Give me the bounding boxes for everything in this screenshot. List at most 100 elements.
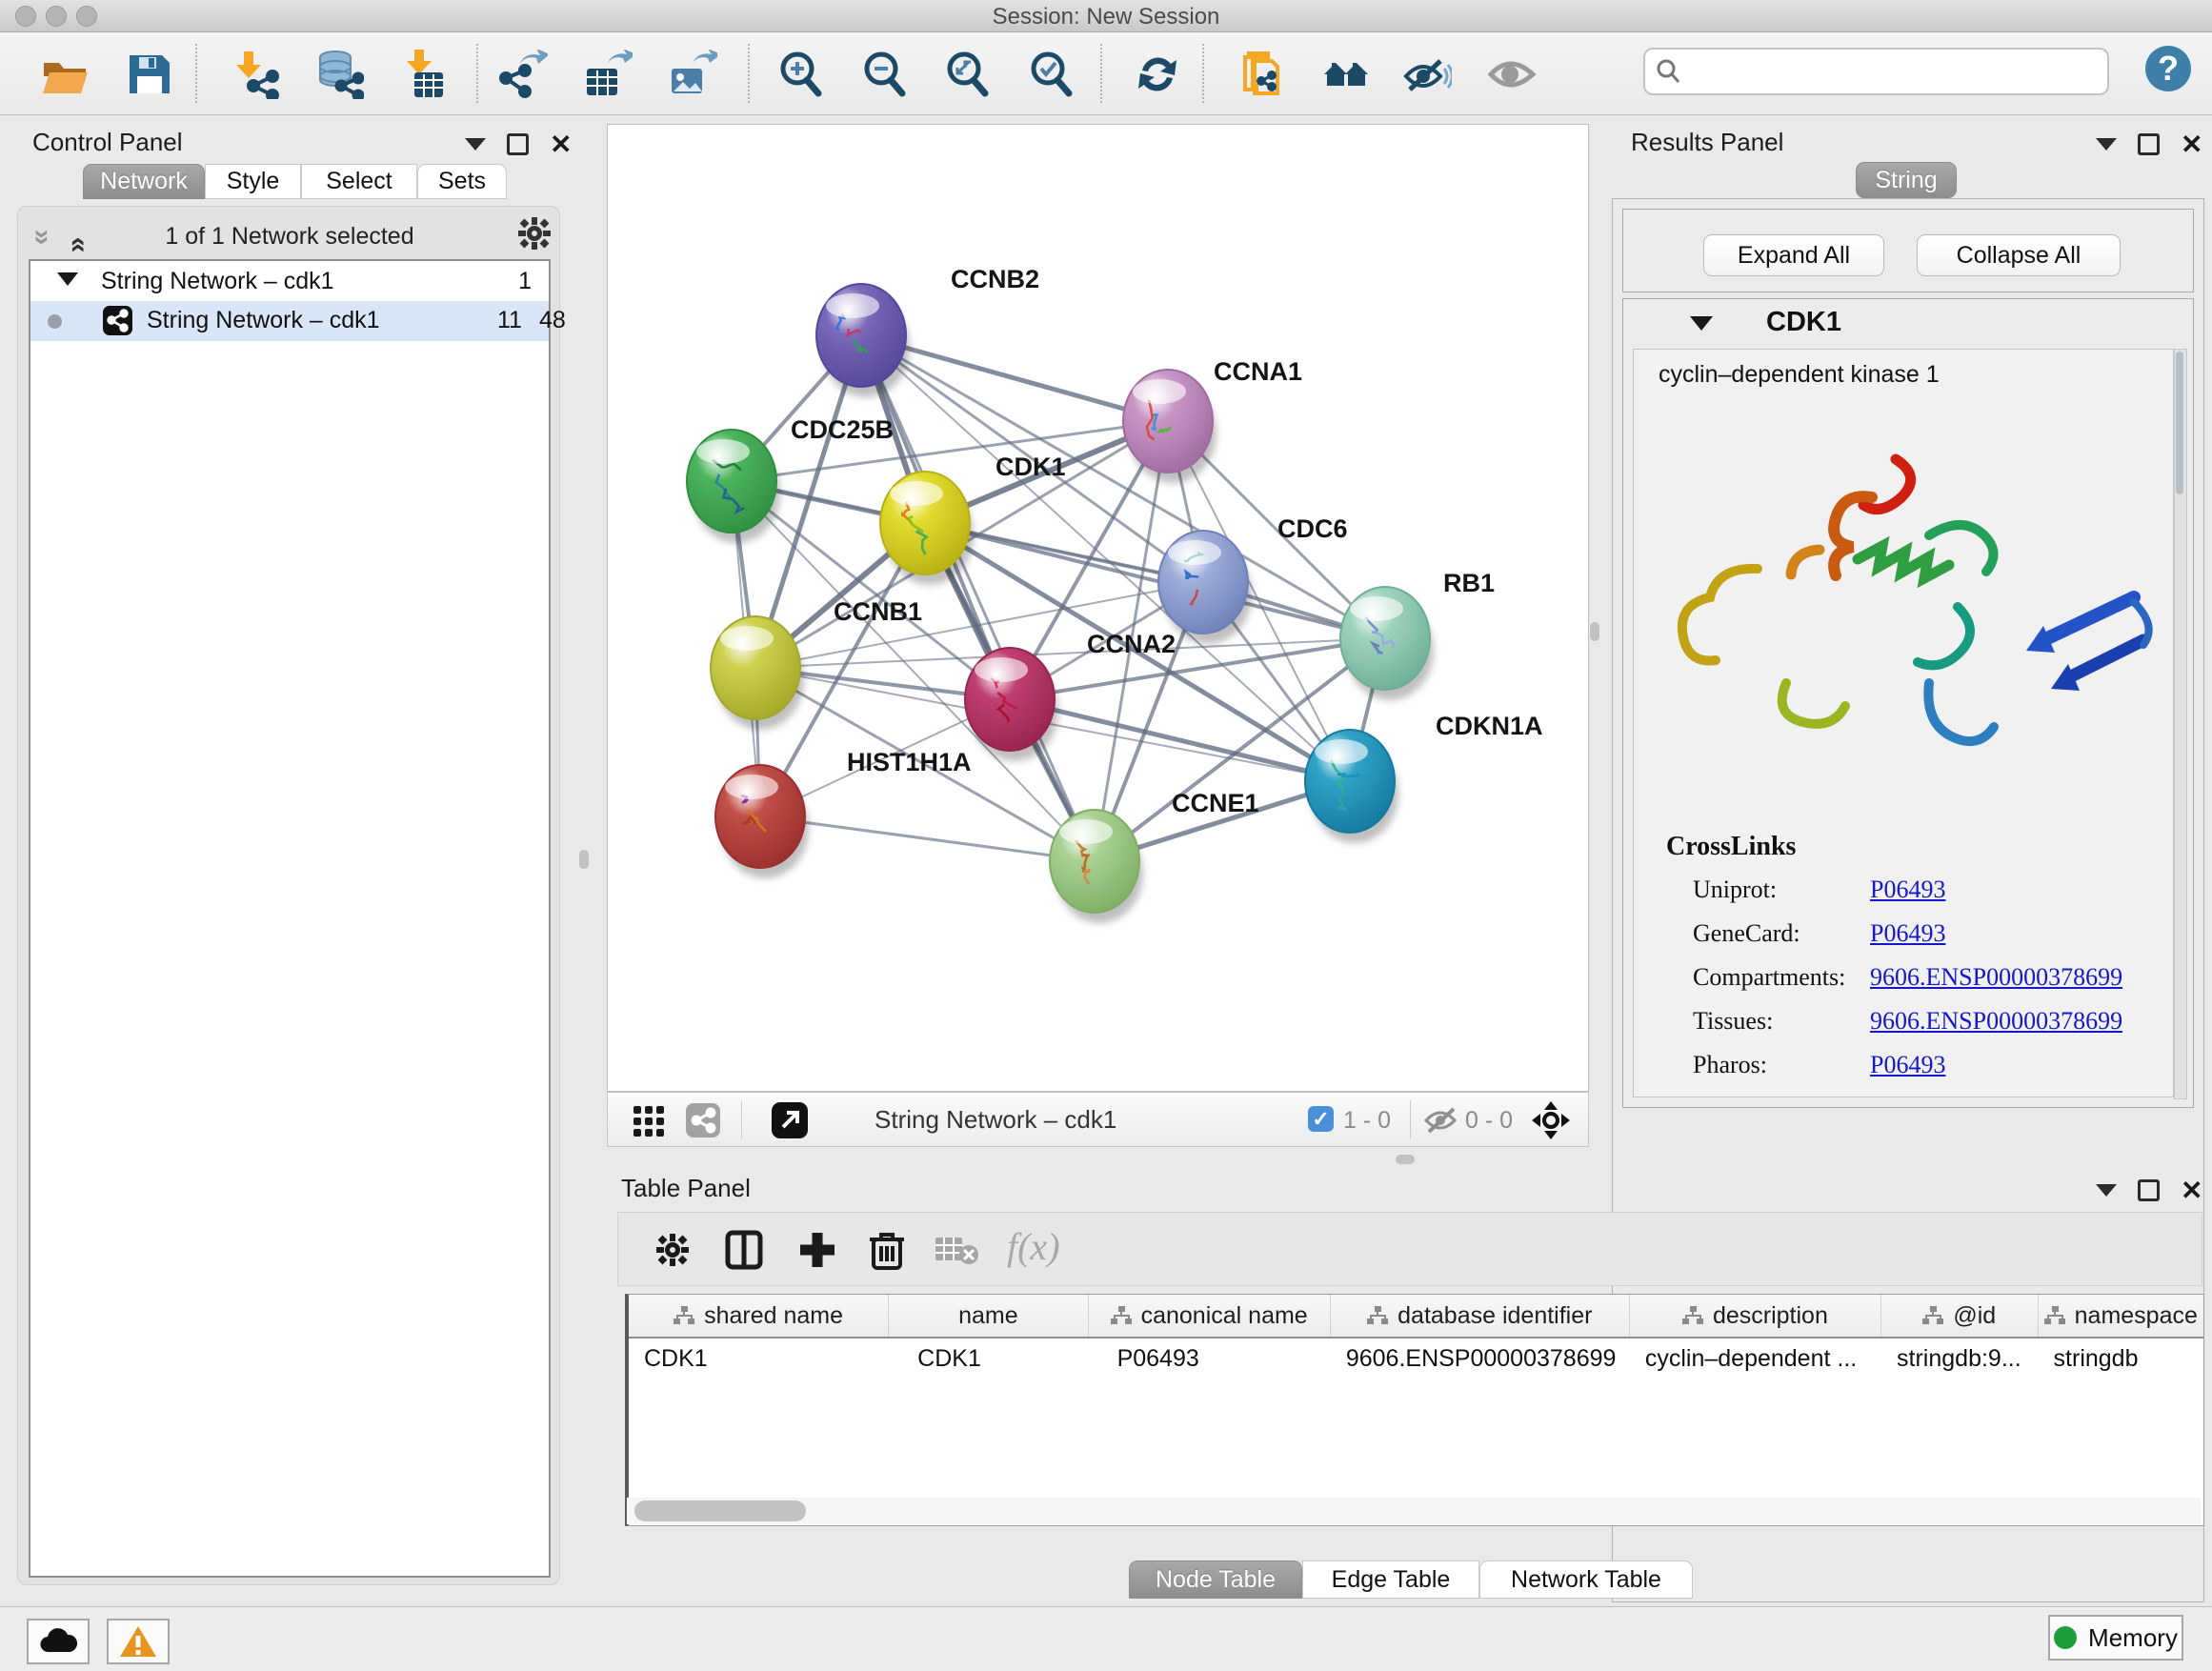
float-panel-icon[interactable] (507, 133, 529, 155)
column-type-icon (674, 1306, 694, 1325)
bottom-splitter-handle[interactable] (1396, 1155, 1415, 1164)
node-result-box: CDK1 cyclin–dependent kinase 1 (1622, 298, 2194, 1108)
collapse-all-button[interactable]: Collapse All (1917, 234, 2121, 276)
viewbar-separator (741, 1100, 742, 1138)
network-collection-row[interactable]: String Network – cdk1 1 (30, 265, 549, 301)
network-node-label: CCNA1 (1214, 357, 1302, 386)
network-node-CCNE1[interactable]: CCNE1 (1050, 789, 1259, 923)
close-panel-icon[interactable]: ✕ (2181, 1182, 2202, 1198)
tab-string[interactable]: String (1856, 162, 1957, 198)
hide-selected-eye-icon[interactable] (1402, 50, 1452, 99)
float-panel-icon[interactable] (2138, 133, 2160, 155)
column-header[interactable]: database identifier (1331, 1295, 1630, 1337)
tab-network[interactable]: Network (83, 164, 205, 199)
zoom-in-icon[interactable] (776, 50, 826, 99)
toolbar-separator (476, 44, 478, 103)
table-toolbar: f(x) (617, 1212, 2202, 1286)
export-image-icon[interactable] (668, 50, 717, 99)
network-share-view-icon[interactable] (686, 1103, 720, 1137)
memory-button[interactable]: Memory (2048, 1615, 2183, 1661)
close-panel-icon[interactable]: ✕ (2181, 136, 2202, 152)
crosslink-tissues-link[interactable]: 9606.ENSP00000378699 (1870, 1007, 2122, 1036)
column-header[interactable]: description (1630, 1295, 1881, 1337)
network-edge[interactable] (760, 816, 1095, 861)
column-header[interactable]: @id (1881, 1295, 2039, 1337)
birdseye-navigator-icon[interactable] (1530, 1099, 1572, 1146)
network-status-dot (48, 314, 62, 329)
tab-sets[interactable]: Sets (417, 164, 507, 199)
crosslink-genecard-link[interactable]: P06493 (1870, 919, 1945, 948)
save-session-icon[interactable] (124, 50, 173, 99)
zoom-out-icon[interactable] (860, 50, 910, 99)
selected-checkbox-icon[interactable]: ✓ (1308, 1106, 1334, 1132)
column-header[interactable]: canonical name (1089, 1295, 1331, 1337)
search-input[interactable] (1687, 51, 2101, 90)
viewbar-separator (1410, 1100, 1411, 1138)
import-network-icon[interactable] (231, 50, 280, 99)
crosslink-pharos-link[interactable]: P06493 (1870, 1051, 1945, 1079)
zoom-selected-icon[interactable] (1027, 50, 1076, 99)
grid-view-icon[interactable] (633, 1105, 665, 1142)
warnings-button[interactable] (107, 1619, 170, 1664)
crosslink-uniprot-link[interactable]: P06493 (1870, 876, 1945, 904)
collapse-panel-icon[interactable] (2096, 138, 2117, 151)
import-network-from-database-icon[interactable] (314, 50, 364, 99)
show-column-icon[interactable] (725, 1230, 763, 1275)
export-network-icon[interactable] (498, 50, 548, 99)
copy-network-icon[interactable] (1236, 50, 1285, 99)
network-node-HIST1H1A[interactable]: HIST1H1A (715, 748, 972, 878)
table-settings-gear-icon[interactable] (653, 1230, 693, 1275)
crosslink-label: Compartments: (1693, 963, 1845, 992)
create-column-plus-icon[interactable] (797, 1230, 837, 1275)
network-node-CDKN1A[interactable]: CDKN1A (1305, 712, 1543, 843)
collapse-panel-icon[interactable] (465, 138, 486, 151)
results-scrollbar-thumb[interactable] (2176, 352, 2183, 494)
network-node-label: CCNA2 (1087, 630, 1176, 658)
right-splitter-handle[interactable] (1590, 622, 1599, 641)
open-in-new-window-icon[interactable] (772, 1102, 808, 1138)
tab-network-table[interactable]: Network Table (1479, 1560, 1693, 1599)
table-horizontal-scrollbar[interactable] (627, 1498, 2201, 1524)
node-result-caret[interactable] (1690, 316, 1713, 331)
results-scrollbar[interactable] (2174, 349, 2187, 1099)
column-header[interactable]: name (889, 1295, 1088, 1337)
tab-node-table[interactable]: Node Table (1129, 1560, 1302, 1599)
column-header[interactable]: shared name (629, 1295, 889, 1337)
collapse-panel-icon[interactable] (2096, 1184, 2117, 1197)
tab-select[interactable]: Select (301, 164, 417, 199)
toolbar-separator (1100, 44, 1102, 103)
tree-expand-caret[interactable] (57, 272, 78, 286)
crosslink-compartments-link[interactable]: 9606.ENSP00000378699 (1870, 963, 2122, 992)
network-options-gear-icon[interactable] (514, 213, 554, 258)
expand-all-button[interactable]: Expand All (1703, 234, 1884, 276)
left-splitter-handle[interactable] (579, 850, 589, 869)
crosslink-label: Tissues: (1693, 1007, 1773, 1036)
column-header[interactable]: namespace (2039, 1295, 2203, 1337)
cloud-status-button[interactable] (27, 1619, 90, 1664)
zoom-fit-content-icon[interactable] (943, 50, 993, 99)
network-node-label: CDKN1A (1436, 712, 1543, 740)
title-bar: Session: New Session (0, 0, 2212, 32)
table-scrollbar-thumb[interactable] (634, 1500, 806, 1521)
tab-style[interactable]: Style (205, 164, 301, 199)
network-node-CDC6[interactable]: CDC6 (1158, 514, 1348, 644)
home-networks-icon[interactable] (1322, 50, 1372, 99)
export-table-icon[interactable] (583, 50, 633, 99)
import-table-icon[interactable] (399, 50, 449, 99)
network-node-label: RB1 (1443, 569, 1495, 597)
network-row-selected[interactable]: String Network – cdk1 11 48 (30, 301, 549, 341)
network-canvas[interactable]: CCNB2CCNA1CDC25BCDK1CDC6RB1CCNB1CCNA2CDK… (607, 124, 1589, 1092)
help-button[interactable]: ? (2145, 46, 2191, 91)
open-session-icon[interactable] (40, 50, 90, 99)
refresh-icon[interactable] (1133, 50, 1182, 99)
toolbar-separator (748, 44, 750, 103)
search-field[interactable] (1643, 48, 2109, 95)
network-node-RB1[interactable]: RB1 (1340, 569, 1495, 700)
tab-edge-table[interactable]: Edge Table (1302, 1560, 1479, 1599)
delete-column-trash-icon[interactable] (868, 1228, 906, 1277)
table-row[interactable]: CDK1 CDK1 P06493 9606.ENSP00000378699 cy… (629, 1339, 2203, 1380)
float-panel-icon[interactable] (2138, 1179, 2160, 1201)
close-panel-icon[interactable]: ✕ (550, 136, 572, 152)
network-node-CDC25B[interactable]: CDC25B (687, 415, 894, 543)
protein-structure-image (1643, 407, 2165, 826)
